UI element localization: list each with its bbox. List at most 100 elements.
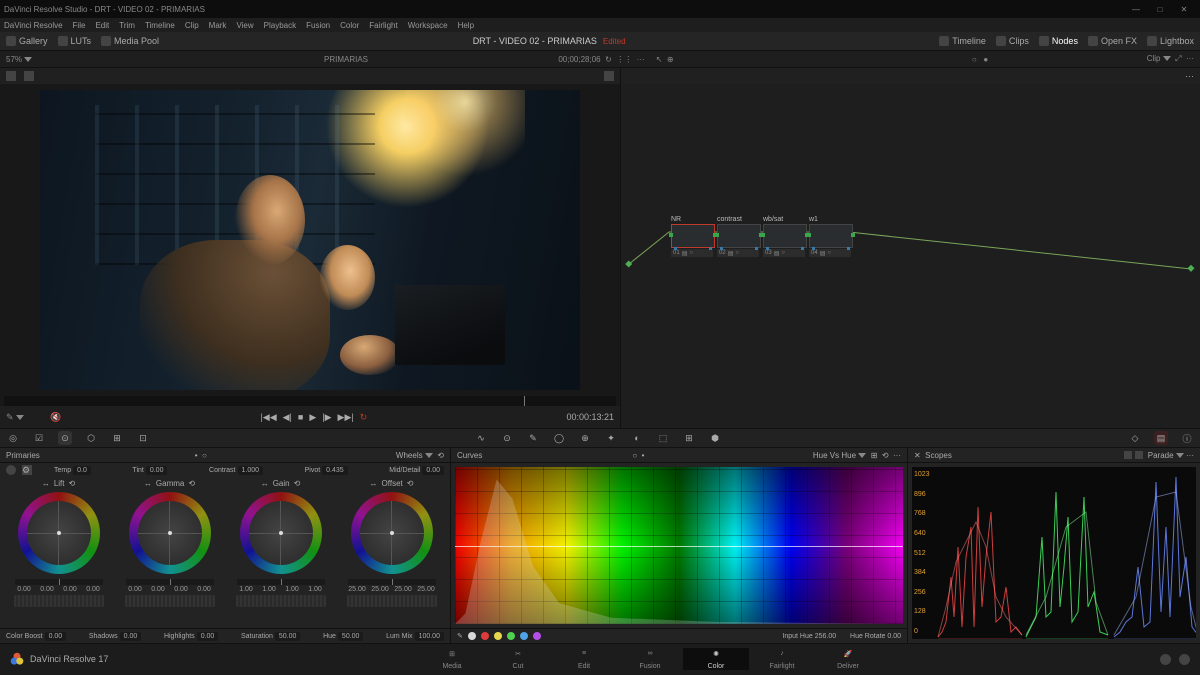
menu-view[interactable]: View (236, 21, 253, 30)
info-icon[interactable]: ⓘ (1180, 431, 1194, 445)
menu-file[interactable]: File (73, 21, 86, 30)
bypass-icon[interactable]: ✎ (6, 412, 24, 423)
openfx-button[interactable]: Open FX (1088, 36, 1137, 46)
window-icon[interactable]: ◯ (552, 431, 566, 445)
menu-playback[interactable]: Playback (264, 21, 296, 30)
lummix-field[interactable]: Lum Mix 100.00 (386, 632, 444, 641)
window-maximize-button[interactable]: □ (1148, 5, 1172, 14)
channel-dot-1[interactable] (481, 632, 489, 640)
spline-icon[interactable]: ✎ (457, 632, 463, 640)
picker-icon[interactable] (6, 465, 16, 475)
magic-mask-icon[interactable]: ✦ (604, 431, 618, 445)
channel-dot-0[interactable] (468, 632, 476, 640)
hue-vs-hue-graph[interactable] (455, 467, 903, 624)
awb-icon[interactable]: ⚙ (22, 465, 32, 475)
contrast-field[interactable]: Contrast 1.000 (209, 466, 263, 475)
wheel-offset[interactable]: ↔Offset⟲25.0025.0025.0025.00 (339, 479, 444, 626)
wheels-mode-dropdown[interactable]: Wheels (396, 451, 433, 460)
menu-fairlight[interactable]: Fairlight (369, 21, 397, 30)
warper-icon[interactable]: ⊙ (500, 431, 514, 445)
menu-mark[interactable]: Mark (209, 21, 227, 30)
mediapool-button[interactable]: Media Pool (101, 36, 159, 46)
menu-trim[interactable]: Trim (119, 21, 135, 30)
rgb-mixer-icon[interactable]: ⊞ (110, 431, 124, 445)
3d-icon[interactable]: ⬢ (708, 431, 722, 445)
nodes-options-icon[interactable]: ··· (1185, 71, 1194, 81)
lightbox-button[interactable]: Lightbox (1147, 36, 1194, 46)
mute-icon[interactable]: 🔇 (50, 412, 61, 423)
curves-icon[interactable]: ∿ (474, 431, 488, 445)
primaries-icon[interactable]: ⊙ (58, 431, 72, 445)
sizing-icon[interactable]: ⊞ (682, 431, 696, 445)
motion-icon[interactable]: ⊡ (136, 431, 150, 445)
step-back-button[interactable]: ◀| (283, 412, 292, 423)
viewer-image[interactable] (40, 90, 580, 390)
gallery-button[interactable]: Gallery (6, 36, 48, 46)
channel-dot-5[interactable] (533, 632, 541, 640)
nodes-button[interactable]: Nodes (1039, 36, 1078, 46)
highlights-field[interactable]: Highlights 0.00 (164, 632, 218, 641)
scopes-close-icon[interactable]: ✕ (914, 451, 921, 460)
prev-clip-button[interactable]: |◀◀ (260, 412, 276, 423)
node-01[interactable]: NR01▤○ (671, 216, 713, 257)
key-icon[interactable]: ⬚ (656, 431, 670, 445)
luts-button[interactable]: LUTs (58, 36, 92, 46)
channel-dot-3[interactable] (507, 632, 515, 640)
channel-dot-4[interactable] (520, 632, 528, 640)
colorboost-field[interactable]: Color Boost 0.00 (6, 632, 66, 641)
next-clip-button[interactable]: ▶▶| (338, 412, 354, 423)
menu-davinciresolve[interactable]: DaVinci Resolve (4, 21, 63, 30)
hue-rotate-field[interactable]: Hue Rotate 0.00 (850, 633, 901, 640)
play-button[interactable]: ▶ (309, 412, 316, 423)
blur-icon[interactable]: ◐ (630, 431, 644, 445)
node-04[interactable]: w104▤○ (809, 216, 851, 257)
channel-dot-2[interactable] (494, 632, 502, 640)
middetail-field[interactable]: Mid/Detail 0.00 (389, 466, 444, 475)
scopes-toggle-icon[interactable]: ▤ (1154, 431, 1168, 445)
pivot-field[interactable]: Pivot 0.435 (305, 466, 348, 475)
viewer-zoom[interactable]: 57% (6, 55, 46, 64)
camera-raw-icon[interactable]: ◎ (6, 431, 20, 445)
menu-clip[interactable]: Clip (185, 21, 199, 30)
tint-field[interactable]: Tint 0.00 (132, 466, 167, 475)
scope-mode-dropdown[interactable]: Parade (1148, 451, 1184, 460)
shadows-field[interactable]: Shadows 0.00 (89, 632, 141, 641)
page-color[interactable]: ✺Color (683, 648, 749, 670)
menu-timeline[interactable]: Timeline (145, 21, 175, 30)
temp-field[interactable]: Temp 0.0 (54, 466, 91, 475)
page-cut[interactable]: ✂Cut (485, 648, 551, 670)
wheel-lift[interactable]: ↔Lift⟲0.000.000.000.00 (6, 479, 111, 626)
hue-field[interactable]: Hue 50.00 (323, 632, 363, 641)
reset-curves-icon[interactable]: ⟲ (882, 451, 889, 460)
timeline-button[interactable]: Timeline (939, 36, 986, 46)
node-03[interactable]: wb/sat03▤○ (763, 216, 805, 257)
page-media[interactable]: ⊞Media (419, 648, 485, 670)
menu-color[interactable]: Color (340, 21, 359, 30)
viewer-wipe-icon[interactable] (604, 71, 614, 81)
loop-button[interactable]: ↻ (360, 412, 368, 423)
reset-primaries-icon[interactable]: ⟲ (437, 451, 444, 460)
viewer-option-2-icon[interactable] (24, 71, 34, 81)
page-edit[interactable]: ≡Edit (551, 648, 617, 670)
project-settings-icon[interactable] (1179, 654, 1190, 665)
window-close-button[interactable]: ✕ (1172, 5, 1196, 14)
window-minimize-button[interactable]: — (1124, 5, 1148, 14)
saturation-field[interactable]: Saturation 50.00 (241, 632, 300, 641)
home-icon[interactable] (1160, 654, 1171, 665)
qualifier-icon[interactable]: ✎ (526, 431, 540, 445)
menu-help[interactable]: Help (458, 21, 474, 30)
menu-edit[interactable]: Edit (95, 21, 109, 30)
step-fwd-button[interactable]: |▶ (322, 412, 331, 423)
tracker-icon[interactable]: ⊕ (578, 431, 592, 445)
node-02[interactable]: contrast02▤○ (717, 216, 759, 257)
clip-menu[interactable]: Clip ⤢ ··· (1110, 54, 1194, 64)
menu-fusion[interactable]: Fusion (306, 21, 330, 30)
wheel-gamma[interactable]: ↔Gamma⟲0.000.000.000.00 (117, 479, 222, 626)
menu-workspace[interactable]: Workspace (408, 21, 448, 30)
page-deliver[interactable]: 🚀Deliver (815, 648, 881, 670)
page-fusion[interactable]: ∞Fusion (617, 648, 683, 670)
curves-mode-dropdown[interactable]: Hue Vs Hue (813, 451, 866, 460)
input-hue-field[interactable]: Input Hue 256.00 (782, 633, 836, 640)
page-fairlight[interactable]: ♪Fairlight (749, 648, 815, 670)
stop-button[interactable]: ■ (298, 412, 303, 422)
